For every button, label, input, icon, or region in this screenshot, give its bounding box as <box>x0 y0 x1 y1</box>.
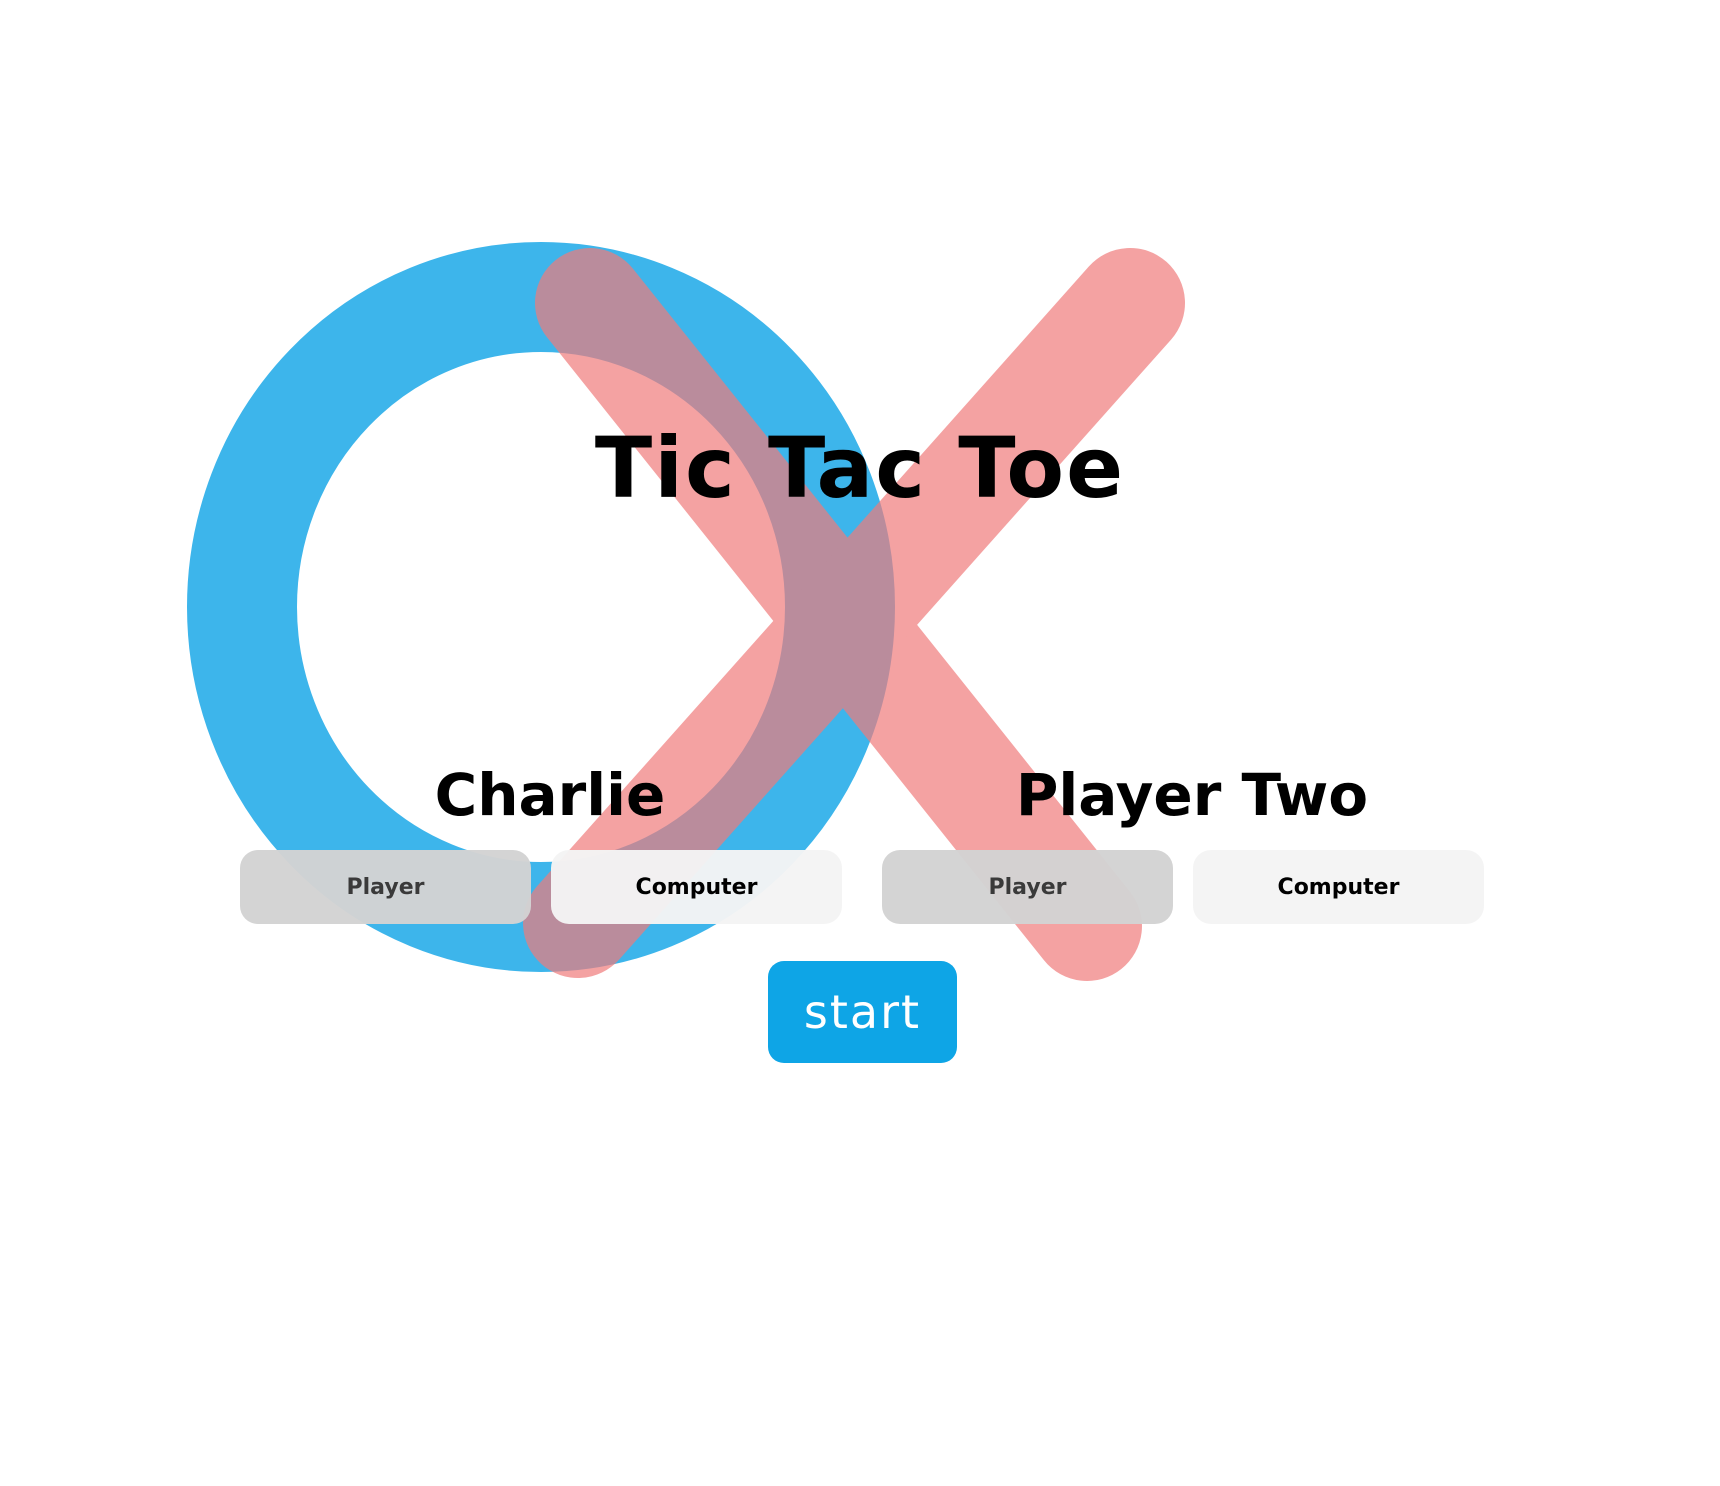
player-one-computer-button[interactable]: Computer <box>551 850 842 924</box>
player-one-player-button[interactable]: Player <box>240 850 531 924</box>
start-button[interactable]: start <box>768 961 957 1063</box>
player-one-type-toggle: Player Computer <box>240 850 860 924</box>
player-two-name: Player Two <box>1015 761 1369 829</box>
background-art <box>187 242 1185 981</box>
page-title: Tic Tac Toe <box>594 419 1126 517</box>
player-one-name: Charlie <box>434 761 666 829</box>
player-two-panel: Player Two Player Computer <box>882 760 1502 924</box>
player-two-computer-button[interactable]: Computer <box>1193 850 1484 924</box>
player-two-player-button[interactable]: Player <box>882 850 1173 924</box>
player-one-panel: Charlie Player Computer <box>240 760 860 924</box>
start-screen: Tic Tac Toe Charlie Player Computer Play… <box>0 0 1720 1486</box>
player-two-type-toggle: Player Computer <box>882 850 1502 924</box>
